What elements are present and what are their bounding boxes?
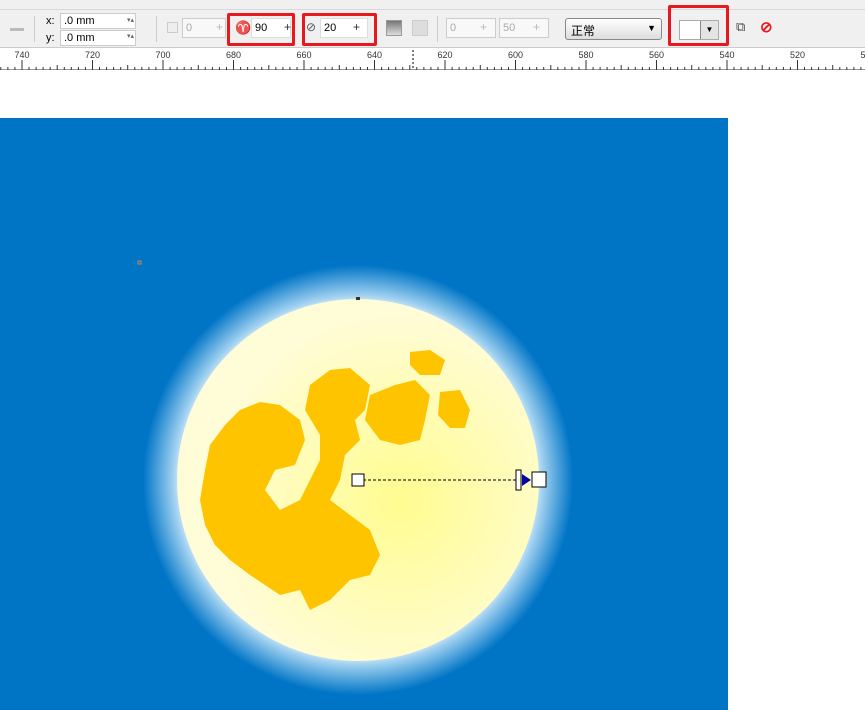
ruler-label: 640 — [366, 50, 383, 60]
line-icon — [10, 28, 24, 31]
ruler-ticks — [0, 50, 862, 70]
end-handle[interactable] — [531, 471, 547, 488]
y-label: y: — [46, 32, 55, 44]
x-spinner[interactable]: ▾▴ — [127, 16, 143, 26]
ruler-label: 660 — [296, 50, 312, 60]
ruler-label: 700 — [155, 50, 171, 60]
slider-icon[interactable]: + — [480, 20, 487, 34]
field-a[interactable]: 0 — [446, 18, 496, 38]
slider-icon[interactable]: + — [533, 20, 540, 34]
x-field[interactable]: .0 mm — [60, 13, 136, 29]
start-handle[interactable] — [351, 473, 365, 487]
clear-transparency-icon[interactable]: ⊘ — [760, 18, 773, 36]
ruler-label: 680 — [225, 50, 242, 60]
freeze-icon[interactable] — [386, 20, 402, 36]
ruler-label: 600 — [507, 50, 524, 60]
chevron-down-icon: ▼ — [647, 23, 656, 33]
slider-icon[interactable]: + — [284, 20, 291, 34]
drawing-canvas[interactable] — [0, 70, 865, 710]
checkbox-icon[interactable] — [167, 22, 178, 33]
blend-mode-select[interactable]: 正常 ▼ — [565, 18, 662, 40]
ruler-label: 740 — [14, 50, 30, 60]
blend-mode-value: 正常 — [571, 24, 596, 38]
horizontal-ruler: 740 720 700 680 660 640 620 600 580 560 540 520 500 — [0, 48, 865, 70]
divider — [437, 16, 438, 42]
ruler-label: 500 — [860, 50, 865, 60]
chevron-down-icon: ▼ — [700, 21, 718, 39]
transparency-icon[interactable] — [412, 20, 428, 36]
feather-field[interactable]: 20 — [320, 18, 368, 38]
menu-toolbar-partial — [0, 0, 865, 10]
divider — [156, 16, 157, 42]
slider-icon[interactable]: + — [216, 20, 223, 34]
color-picker[interactable]: ▼ — [679, 20, 719, 40]
ruler-label: 720 — [84, 50, 101, 60]
node-marker — [356, 297, 360, 300]
slider-icon[interactable]: + — [353, 20, 360, 34]
x-label: x: — [46, 15, 55, 27]
property-bar: x: .0 mm y: .0 mm ▾▴ ▾▴ 0 + ♈ 90 + ⊘ 20 … — [0, 5, 865, 48]
y-spinner[interactable]: ▾▴ — [127, 32, 143, 42]
midpoint-handle[interactable] — [515, 469, 522, 491]
ruler-label: 520 — [789, 50, 806, 60]
feather-icon: ⊘ — [306, 20, 317, 34]
y-field[interactable]: .0 mm — [60, 30, 136, 46]
copy-properties-icon[interactable]: ⧉ — [736, 19, 745, 35]
divider — [34, 16, 35, 42]
ruler-label: 560 — [648, 50, 665, 60]
ruler-label: 580 — [578, 50, 594, 60]
glass-icon: ♈ — [235, 20, 252, 35]
ruler-label: 620 — [437, 50, 453, 60]
ruler-label: 540 — [719, 50, 735, 60]
field-b[interactable]: 50 — [499, 18, 549, 38]
